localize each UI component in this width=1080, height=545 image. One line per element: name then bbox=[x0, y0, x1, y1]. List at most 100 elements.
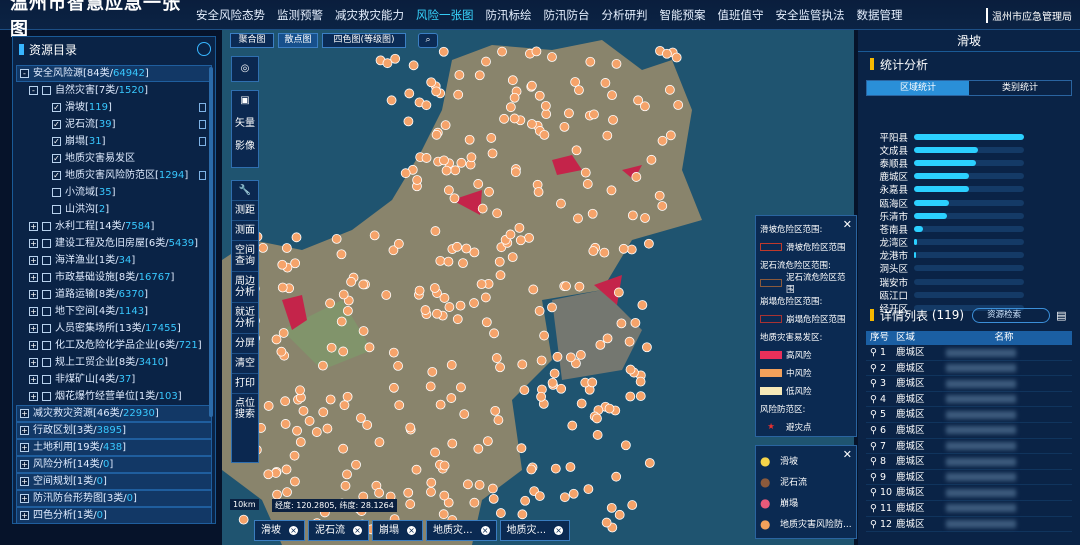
expand-toggle-icon[interactable]: - bbox=[29, 86, 38, 95]
nav-item[interactable]: 监测预警 bbox=[271, 0, 329, 30]
map-point-marker[interactable] bbox=[458, 258, 468, 269]
map-point-marker[interactable] bbox=[495, 362, 505, 373]
map-point-marker[interactable] bbox=[362, 420, 373, 430]
map-point-marker[interactable] bbox=[318, 407, 329, 418]
detail-search-input[interactable]: 资源检索 bbox=[972, 307, 1051, 323]
map-point-marker[interactable] bbox=[454, 70, 465, 80]
map-point-marker[interactable] bbox=[291, 232, 302, 243]
table-row[interactable]: ⚲ 7 鹿城区 bbox=[866, 439, 1072, 455]
map-point-marker[interactable] bbox=[561, 281, 571, 292]
map-point-marker[interactable] bbox=[587, 208, 598, 219]
map-point-marker[interactable] bbox=[536, 355, 547, 366]
map-point-marker[interactable] bbox=[528, 284, 539, 295]
document-icon[interactable] bbox=[199, 137, 206, 146]
map-point-marker[interactable] bbox=[550, 463, 561, 474]
map-point-marker[interactable] bbox=[452, 241, 462, 252]
tree-checkbox[interactable] bbox=[42, 375, 51, 384]
globe-icon[interactable]: ◎ bbox=[231, 56, 259, 82]
map-point-marker[interactable] bbox=[505, 229, 516, 240]
map-point-marker[interactable] bbox=[455, 300, 466, 311]
tool-vector[interactable]: 矢量 bbox=[232, 110, 258, 133]
tool-image[interactable]: 影像 bbox=[232, 133, 258, 156]
map-point-marker[interactable] bbox=[592, 413, 602, 424]
map-point-marker[interactable] bbox=[592, 430, 603, 440]
map-point-marker[interactable] bbox=[358, 279, 369, 290]
map-point-marker[interactable] bbox=[602, 130, 613, 141]
map-point-marker[interactable] bbox=[277, 282, 288, 293]
map-point-marker[interactable] bbox=[661, 48, 672, 59]
map-point-marker[interactable] bbox=[491, 353, 502, 363]
map-point-marker[interactable] bbox=[618, 243, 629, 254]
map-point-marker[interactable] bbox=[552, 351, 563, 362]
map-point-marker[interactable] bbox=[336, 316, 347, 327]
map-point-marker[interactable] bbox=[474, 480, 485, 490]
map-point-marker[interactable] bbox=[539, 129, 550, 140]
map-point-marker[interactable] bbox=[657, 135, 668, 146]
map-point-marker[interactable] bbox=[453, 89, 464, 100]
tree-checkbox[interactable] bbox=[42, 239, 51, 248]
tree-scrollbar[interactable] bbox=[209, 67, 213, 417]
map-point-marker[interactable] bbox=[443, 185, 454, 196]
map-point-marker[interactable] bbox=[408, 60, 419, 71]
map-point-marker[interactable] bbox=[298, 405, 309, 416]
map-point-marker[interactable] bbox=[625, 391, 636, 402]
expand-toggle-icon[interactable]: + bbox=[29, 341, 38, 350]
nav-item[interactable]: 数据管理 bbox=[851, 0, 909, 30]
map-point-marker[interactable] bbox=[630, 317, 641, 328]
map-point-marker[interactable] bbox=[526, 464, 537, 475]
map-point-marker[interactable] bbox=[606, 185, 617, 196]
tree-item[interactable]: ✓ 地质灾害易发区 bbox=[16, 150, 212, 167]
map-point-marker[interactable] bbox=[326, 342, 337, 353]
map-point-marker[interactable] bbox=[447, 438, 458, 449]
map-point-marker[interactable] bbox=[338, 289, 349, 300]
map-point-marker[interactable] bbox=[351, 459, 361, 470]
map-point-marker[interactable] bbox=[547, 377, 558, 388]
map-point-marker[interactable] bbox=[604, 403, 615, 414]
expand-toggle-icon[interactable]: + bbox=[29, 290, 38, 299]
map-point-marker[interactable] bbox=[671, 52, 682, 63]
tool-button[interactable]: 分屏 bbox=[232, 333, 258, 353]
tree-item[interactable]: + 化工及危险化学品企业[6类/721] bbox=[16, 337, 212, 354]
map-point-marker[interactable] bbox=[520, 495, 531, 506]
map-point-marker[interactable] bbox=[495, 508, 506, 518]
map-point-marker[interactable] bbox=[461, 243, 472, 254]
map-point-marker[interactable] bbox=[281, 464, 292, 475]
close-icon[interactable]: × bbox=[353, 526, 362, 535]
tree-item[interactable]: + 地下空间[4类/1143] bbox=[16, 303, 212, 320]
map-point-marker[interactable] bbox=[574, 85, 584, 96]
map-point-marker[interactable] bbox=[405, 422, 416, 433]
map-point-marker[interactable] bbox=[575, 349, 586, 360]
document-icon[interactable] bbox=[199, 171, 206, 180]
map-point-marker[interactable] bbox=[414, 285, 425, 296]
tree-checkbox[interactable] bbox=[52, 205, 61, 214]
map-point-marker[interactable] bbox=[346, 276, 357, 287]
map-point-marker[interactable] bbox=[430, 226, 441, 236]
map-point-marker[interactable] bbox=[280, 419, 291, 429]
map-point-marker[interactable] bbox=[295, 437, 306, 447]
map-point-marker[interactable] bbox=[481, 56, 491, 67]
layer-tab[interactable]: 滑坡 × bbox=[254, 520, 305, 541]
expand-toggle-icon[interactable]: + bbox=[29, 273, 38, 282]
map-point-marker[interactable] bbox=[338, 443, 349, 454]
map-point-marker[interactable] bbox=[487, 148, 498, 159]
tree-item[interactable]: + 水利工程[14类/7584] bbox=[16, 218, 212, 235]
tree-item[interactable]: 小流域[35] bbox=[16, 184, 212, 201]
map-point-marker[interactable] bbox=[565, 462, 576, 472]
tree-checkbox[interactable] bbox=[42, 392, 51, 401]
tool-button[interactable]: 就近分析 bbox=[232, 302, 258, 333]
map-point-marker[interactable] bbox=[446, 360, 457, 370]
map-point-marker[interactable] bbox=[582, 179, 593, 189]
tree-item[interactable]: + 非煤矿山[4类/37] bbox=[16, 371, 212, 388]
map-point-marker[interactable] bbox=[405, 499, 416, 509]
layer-tab[interactable]: 泥石流 × bbox=[308, 520, 369, 541]
map-point-marker[interactable] bbox=[580, 167, 591, 178]
map-point-marker[interactable] bbox=[439, 460, 450, 471]
map-point-marker[interactable] bbox=[476, 279, 487, 290]
table-row[interactable]: ⚲ 9 鹿城区 bbox=[866, 470, 1072, 486]
map-point-marker[interactable] bbox=[571, 145, 582, 156]
map-point-marker[interactable] bbox=[515, 235, 526, 246]
map-point-marker[interactable] bbox=[238, 514, 249, 525]
map-point-marker[interactable] bbox=[420, 305, 431, 315]
map-point-marker[interactable] bbox=[331, 234, 342, 244]
nav-item[interactable]: 分析研判 bbox=[596, 0, 654, 30]
